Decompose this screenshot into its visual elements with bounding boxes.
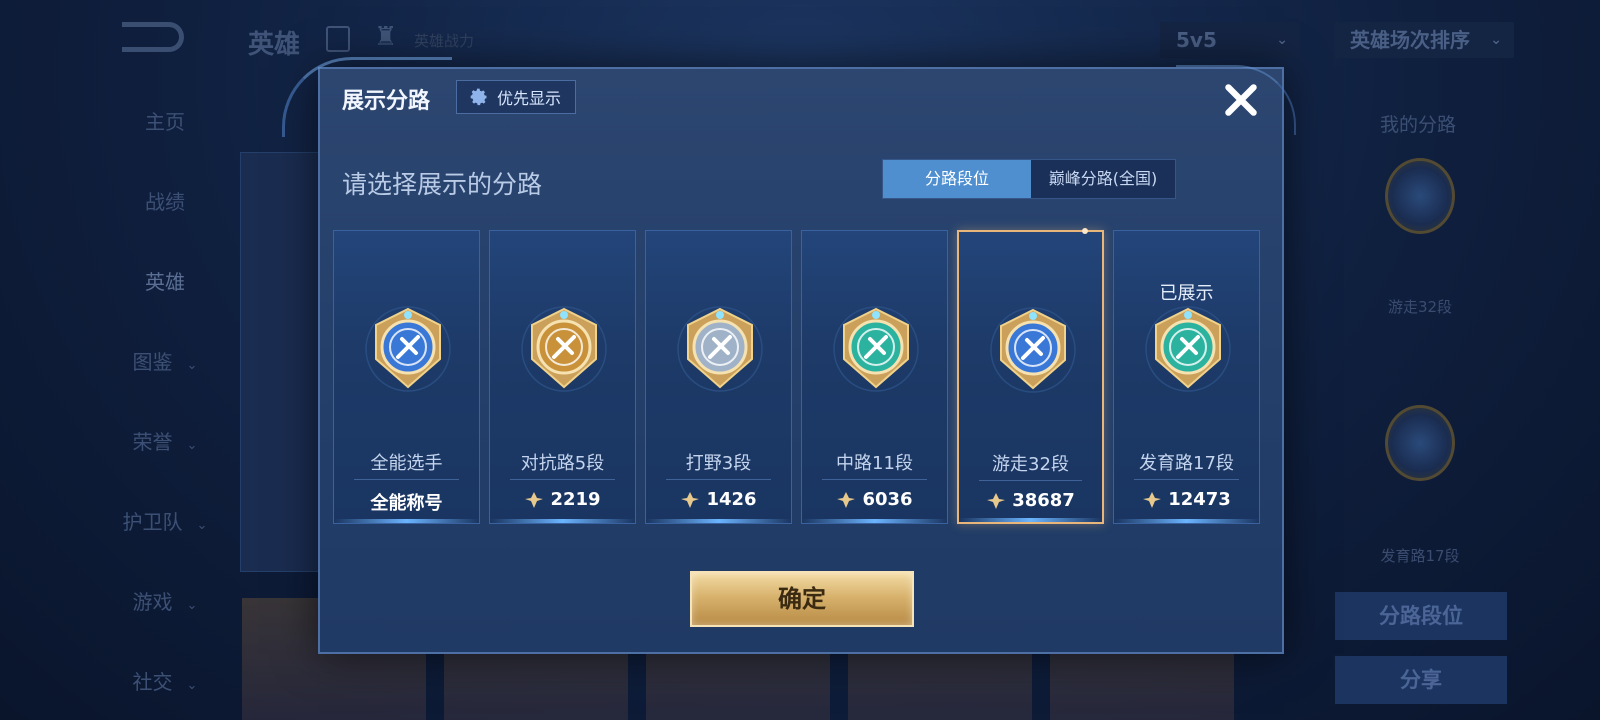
lane-card[interactable]: 已展示发育路17段 12473 <box>1113 230 1260 524</box>
sidebar-item-records[interactable]: 战绩 <box>100 186 230 215</box>
lane-card[interactable]: 中路11段 6036 <box>801 230 948 524</box>
lane-value-text: 6036 <box>862 489 913 510</box>
power-icon <box>525 491 544 508</box>
side-share-button[interactable]: 分享 <box>1335 656 1507 704</box>
lane-value-text: 2219 <box>550 489 601 510</box>
chevron-down-icon: ⌄ <box>186 598 198 613</box>
side-title: 我的分路 <box>1380 114 1457 136</box>
side-roam-emblem-icon <box>1385 158 1455 234</box>
dialog-title: 展示分路 <box>342 89 431 114</box>
side-rank-button[interactable]: 分路段位 <box>1335 592 1507 640</box>
chevron-down-icon: ⌄ <box>186 678 198 693</box>
divider <box>666 479 771 480</box>
roam-emblem-icon <box>990 307 1076 393</box>
lane-value: 6036 <box>802 489 947 510</box>
jungle-emblem-icon <box>677 306 763 392</box>
lane-card[interactable]: 对抗路5段 2219 <box>489 230 636 524</box>
chevron-down-icon: ⌄ <box>1276 32 1288 48</box>
lane-value: 2219 <box>490 489 635 510</box>
lane-value-text: 1426 <box>706 489 757 510</box>
lane-value-text: 全能称号 <box>370 493 443 514</box>
close-icon[interactable] <box>1220 79 1262 121</box>
tab-bar: 分路段位 巅峰分路(全国) <box>882 159 1176 199</box>
lane-name: 打野3段 <box>685 453 752 474</box>
priority-display-button[interactable]: 优先显示 <box>456 80 577 114</box>
divider <box>1134 479 1239 480</box>
bg-hero-card <box>240 152 320 572</box>
lane-name: 中路11段 <box>836 453 913 474</box>
sort-select-value: 英雄场次排序 <box>1350 28 1470 52</box>
power-icon <box>1143 491 1162 508</box>
sidebar-item-guard[interactable]: 护卫队 ⌄ <box>100 506 230 535</box>
lane-value: 1426 <box>646 489 791 510</box>
farm-lane-emblem-icon <box>1145 306 1231 392</box>
chevron-down-icon: ⌄ <box>196 518 208 533</box>
lane-value: 38687 <box>959 490 1102 511</box>
lane-card[interactable]: 打野3段 1426 <box>645 230 792 524</box>
back-logo-icon[interactable] <box>122 22 184 52</box>
sidebar-item-home[interactable]: 主页 <box>100 106 230 135</box>
lane-value-text: 12473 <box>1168 489 1231 510</box>
sidebar-item-heroes[interactable]: 英雄 <box>100 266 230 295</box>
lane-card[interactable]: 游走32段 38687 <box>957 228 1104 524</box>
priority-display-label: 优先显示 <box>497 89 562 108</box>
side-farm-emblem-icon <box>1385 405 1455 481</box>
chevron-down-icon: ⌄ <box>1490 32 1502 48</box>
bg-power-label: 英雄战力 <box>414 32 475 50</box>
lane-card[interactable]: 全能选手 全能称号 <box>333 230 480 524</box>
list-icon[interactable] <box>326 26 350 52</box>
lane-name: 全能选手 <box>370 453 443 474</box>
lane-value: 12473 <box>1114 489 1259 510</box>
power-icon <box>837 491 856 508</box>
sidebar-item-social[interactable]: 社交 ⌄ <box>100 666 230 695</box>
power-icon <box>987 492 1006 509</box>
side-lane1-label: 游走32段 <box>1387 298 1453 316</box>
power-icon <box>681 491 700 508</box>
lane-name: 对抗路5段 <box>520 453 605 474</box>
side-lane2-label: 发育路17段 <box>1380 547 1460 565</box>
divider <box>510 479 615 480</box>
mid-lane-emblem-icon <box>833 306 919 392</box>
displayed-status-label: 已展示 <box>1159 283 1214 304</box>
clash-lane-emblem-icon <box>521 306 607 392</box>
lane-display-dialog: 展示分路 优先显示 请选择展示的分路 分路段位 巅峰分路(全国) 全能选手全能称… <box>282 57 1296 654</box>
chevron-down-icon: ⌄ <box>186 358 198 373</box>
divider <box>354 479 459 480</box>
mode-select-value: 5v5 <box>1176 28 1217 52</box>
sidebar-item-honor[interactable]: 荣誉 ⌄ <box>100 426 230 455</box>
lane-value-text: 38687 <box>1012 490 1075 511</box>
lane-name: 发育路17段 <box>1139 453 1234 474</box>
dialog-subtitle: 请选择展示的分路 <box>342 170 543 199</box>
allround-emblem-icon <box>365 306 451 392</box>
mode-select[interactable]: 5v5 ⌄ <box>1160 22 1300 58</box>
divider <box>822 479 927 480</box>
bg-page-title: 英雄 <box>248 30 301 60</box>
confirm-button[interactable]: 确定 <box>690 571 914 627</box>
helmet-icon: ♜ <box>374 22 398 52</box>
gear-icon <box>470 88 487 106</box>
lane-name: 游走32段 <box>992 454 1069 475</box>
sidebar-item-games[interactable]: 游戏 ⌄ <box>100 586 230 615</box>
divider <box>979 480 1082 481</box>
tab-lane-rank[interactable]: 分路段位 <box>883 160 1031 198</box>
sidebar-item-codex[interactable]: 图鉴 ⌄ <box>100 346 230 375</box>
chevron-down-icon: ⌄ <box>186 438 198 453</box>
sort-select[interactable]: 英雄场次排序 ⌄ <box>1334 22 1514 58</box>
lane-value: 全能称号 <box>334 489 479 515</box>
tab-peak-lane[interactable]: 巅峰分路(全国) <box>1031 160 1175 198</box>
